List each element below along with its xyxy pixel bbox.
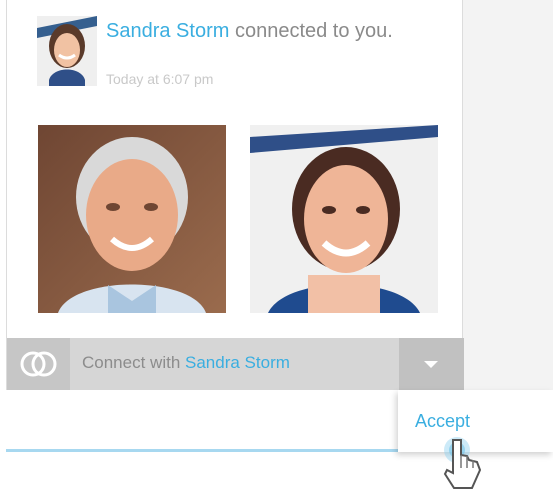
hand-pointer-cursor-icon bbox=[433, 428, 493, 498]
notification-action-text: connected to you. bbox=[234, 20, 393, 42]
female-user-photo-image bbox=[250, 125, 438, 313]
hand-pointer-cursor-graphic bbox=[443, 437, 482, 489]
avatar[interactable] bbox=[37, 16, 97, 86]
notification-page: Sandra Storm connected to you. Today at … bbox=[0, 0, 553, 499]
connect-rings-icon bbox=[20, 351, 57, 377]
connect-icon-button[interactable] bbox=[7, 338, 70, 390]
right-panel-background bbox=[463, 0, 553, 390]
connect-user-link[interactable]: Sandra Storm bbox=[185, 353, 290, 372]
dropdown-overlay-strip bbox=[6, 390, 398, 452]
notification-card: Sandra Storm connected to you. Today at … bbox=[6, 0, 464, 390]
connect-bar: Connect with Sandra Storm bbox=[7, 338, 464, 390]
connect-with-text: Connect with Sandra Storm bbox=[82, 353, 290, 373]
sandra-storm-link[interactable]: Sandra Storm bbox=[106, 20, 229, 42]
connect-with-label: Connect with bbox=[82, 353, 181, 372]
male-user-photo bbox=[38, 125, 226, 313]
female-user-photo bbox=[250, 125, 438, 313]
notification-headline: Sandra Storm connected to you. bbox=[106, 20, 406, 42]
notification-timestamp: Today at 6:07 pm bbox=[106, 71, 214, 87]
male-user-photo-image bbox=[38, 125, 226, 313]
sandra-avatar-image bbox=[37, 16, 97, 86]
caret-down-icon bbox=[424, 361, 438, 368]
connect-dropdown-button[interactable] bbox=[399, 338, 464, 390]
